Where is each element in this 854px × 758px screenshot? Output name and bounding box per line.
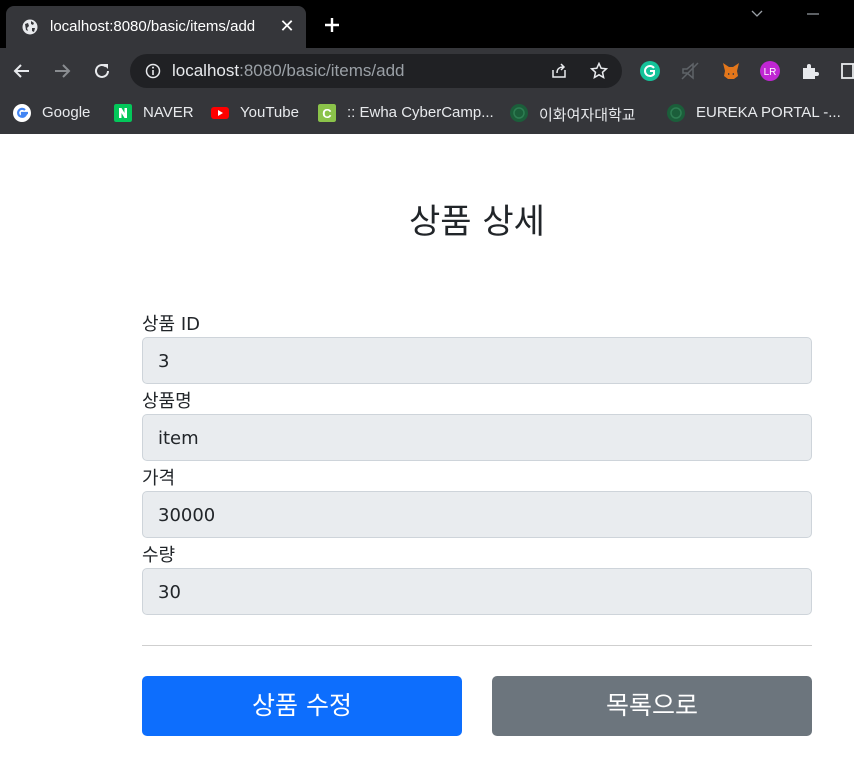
bookmark-label: 이화여자대학교 <box>539 107 636 124</box>
close-tab-icon[interactable]: ✕ <box>278 17 296 35</box>
price-field[interactable]: 30000 <box>142 491 812 538</box>
metamask-icon[interactable] <box>721 61 741 81</box>
url-path: :8080/basic/items/add <box>239 61 405 80</box>
ewha-icon <box>510 104 528 122</box>
forward-icon[interactable] <box>51 60 73 82</box>
quantity-label: 수량 <box>142 545 176 566</box>
quantity-field[interactable]: 30 <box>142 568 812 615</box>
site-info-icon[interactable] <box>145 63 161 79</box>
google-icon <box>13 104 31 122</box>
youtube-icon <box>211 107 229 119</box>
item-id-label: 상품 ID <box>142 314 201 335</box>
item-name-field[interactable]: item <box>142 414 812 461</box>
naver-icon <box>114 104 132 122</box>
bookmark-cybercamp[interactable]: C :: Ewha CyberCamp... <box>318 103 498 125</box>
bookmark-label: YouTube <box>240 104 299 121</box>
bookmark-label: :: Ewha CyberCamp... <box>347 104 494 121</box>
item-id-field[interactable]: 3 <box>142 337 812 384</box>
tab-title: localhost:8080/basic/items/add <box>50 18 256 35</box>
globe-icon <box>22 19 38 35</box>
item-name-label: 상품명 <box>142 391 192 412</box>
page-content: 상품 상세 상품 ID 3 상품명 item 가격 30000 수량 30 상품… <box>0 134 854 758</box>
address-bar[interactable]: localhost:8080/basic/items/add <box>130 54 622 88</box>
minimize-icon[interactable] <box>806 8 820 20</box>
browser-tab[interactable]: localhost:8080/basic/items/add ✕ <box>6 6 306 48</box>
back-icon[interactable] <box>11 60 33 82</box>
divider <box>142 645 812 646</box>
bookmark-label: EUREKA PORTAL -... <box>696 104 841 121</box>
bookmark-naver[interactable]: NAVER <box>114 103 196 125</box>
side-panel-icon[interactable] <box>840 61 854 81</box>
url-text[interactable]: localhost:8080/basic/items/add <box>172 61 405 81</box>
svg-text:LR: LR <box>764 67 777 78</box>
browser-toolbar: localhost:8080/basic/items/add LR <box>0 48 854 94</box>
extensions-puzzle-icon[interactable] <box>800 61 820 81</box>
share-icon[interactable] <box>550 62 568 80</box>
tab-strip: localhost:8080/basic/items/add ✕ <box>0 0 854 48</box>
edit-item-button[interactable]: 상품 수정 <box>142 676 462 736</box>
bookmarks-bar: Google NAVER YouTube C :: Ewha CyberCamp… <box>0 94 854 134</box>
price-label: 가격 <box>142 468 176 489</box>
back-to-list-button[interactable]: 목록으로 <box>492 676 812 736</box>
speaker-muted-icon[interactable] <box>680 61 700 81</box>
bookmark-eureka[interactable]: EUREKA PORTAL -... <box>667 103 841 125</box>
language-reactor-icon[interactable]: LR <box>760 61 780 81</box>
chevron-down-icon[interactable] <box>750 8 764 20</box>
bookmark-youtube[interactable]: YouTube <box>211 103 303 125</box>
bookmark-ewha[interactable]: 이화여자대학교 <box>510 103 650 125</box>
svg-text:C: C <box>322 106 332 121</box>
grammarly-icon[interactable] <box>640 61 660 81</box>
cybercamp-icon: C <box>318 104 336 122</box>
reload-icon[interactable] <box>91 60 113 82</box>
quantity-value: 30 <box>158 582 181 603</box>
item-id-value: 3 <box>158 351 170 372</box>
url-host: localhost <box>172 61 240 80</box>
bookmark-label: NAVER <box>143 104 194 121</box>
page-title: 상품 상세 <box>409 202 545 242</box>
price-value: 30000 <box>158 505 216 526</box>
eureka-icon <box>667 104 685 122</box>
bookmark-star-icon[interactable] <box>590 62 608 80</box>
bookmark-label: Google <box>42 104 91 121</box>
item-name-value: item <box>158 428 199 449</box>
bookmark-google[interactable]: Google <box>13 103 98 125</box>
new-tab-icon[interactable] <box>322 15 342 35</box>
